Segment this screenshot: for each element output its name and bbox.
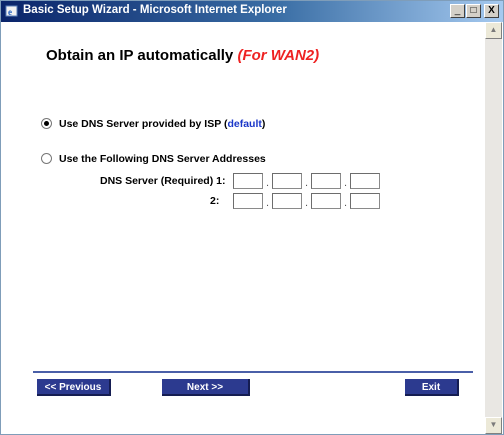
- dns-option-manual[interactable]: Use the Following DNS Server Addresses: [41, 152, 266, 165]
- footer-divider: [33, 371, 473, 373]
- dns1-octet-3[interactable]: [311, 173, 341, 189]
- minimize-button[interactable]: _: [450, 4, 465, 18]
- scroll-down-icon[interactable]: ▼: [485, 417, 502, 434]
- dns1-octet-4[interactable]: [350, 173, 380, 189]
- dns-server-1-label: DNS Server (Required) 1:: [100, 175, 226, 187]
- dns1-sep-2: .: [305, 177, 309, 189]
- dns2-octet-2[interactable]: [272, 193, 302, 209]
- svg-text:e: e: [8, 7, 12, 17]
- dns2-sep-2: .: [305, 197, 309, 209]
- window-title: Basic Setup Wizard - Microsoft Internet …: [23, 4, 287, 16]
- page-content: Obtain an IP automatically (For WAN2) Us…: [1, 22, 485, 434]
- dns-option-isp-label: Use DNS Server provided by ISP (: [59, 118, 228, 130]
- vertical-scrollbar[interactable]: ▲ ▼: [485, 22, 502, 434]
- dns1-octet-1[interactable]: [233, 173, 263, 189]
- scroll-up-icon[interactable]: ▲: [485, 22, 502, 39]
- page-title-main: Obtain an IP automatically: [46, 47, 238, 64]
- title-bar: e Basic Setup Wizard - Microsoft Interne…: [1, 1, 503, 22]
- next-button[interactable]: Next >>: [162, 379, 250, 396]
- dns1-sep-3: .: [344, 177, 348, 189]
- dns2-octet-1[interactable]: [233, 193, 263, 209]
- ie-icon: e: [5, 5, 18, 17]
- dns-server-2-label: 2:: [210, 195, 220, 207]
- radio-isp-dns[interactable]: [41, 117, 52, 129]
- exit-button[interactable]: Exit: [405, 379, 459, 396]
- previous-button[interactable]: << Previous: [37, 379, 111, 396]
- maximize-button[interactable]: □: [466, 4, 481, 18]
- default-link[interactable]: default: [227, 118, 261, 130]
- page-title-wan: (For WAN2): [237, 47, 320, 64]
- dns2-sep-3: .: [344, 197, 348, 209]
- dns-option-isp-paren: ): [261, 118, 266, 130]
- page-title: Obtain an IP automatically (For WAN2): [46, 47, 319, 64]
- dns2-octet-4[interactable]: [350, 193, 380, 209]
- dns2-sep-1: .: [266, 197, 270, 209]
- radio-manual-dns[interactable]: [41, 152, 52, 164]
- close-button[interactable]: X: [484, 4, 499, 18]
- dns1-sep-1: .: [266, 177, 270, 189]
- dns1-octet-2[interactable]: [272, 173, 302, 189]
- dns2-octet-3[interactable]: [311, 193, 341, 209]
- dns-option-isp[interactable]: Use DNS Server provided by ISP (default): [41, 117, 266, 130]
- dns-option-manual-label: Use the Following DNS Server Addresses: [59, 153, 266, 165]
- browser-window: e Basic Setup Wizard - Microsoft Interne…: [0, 0, 504, 435]
